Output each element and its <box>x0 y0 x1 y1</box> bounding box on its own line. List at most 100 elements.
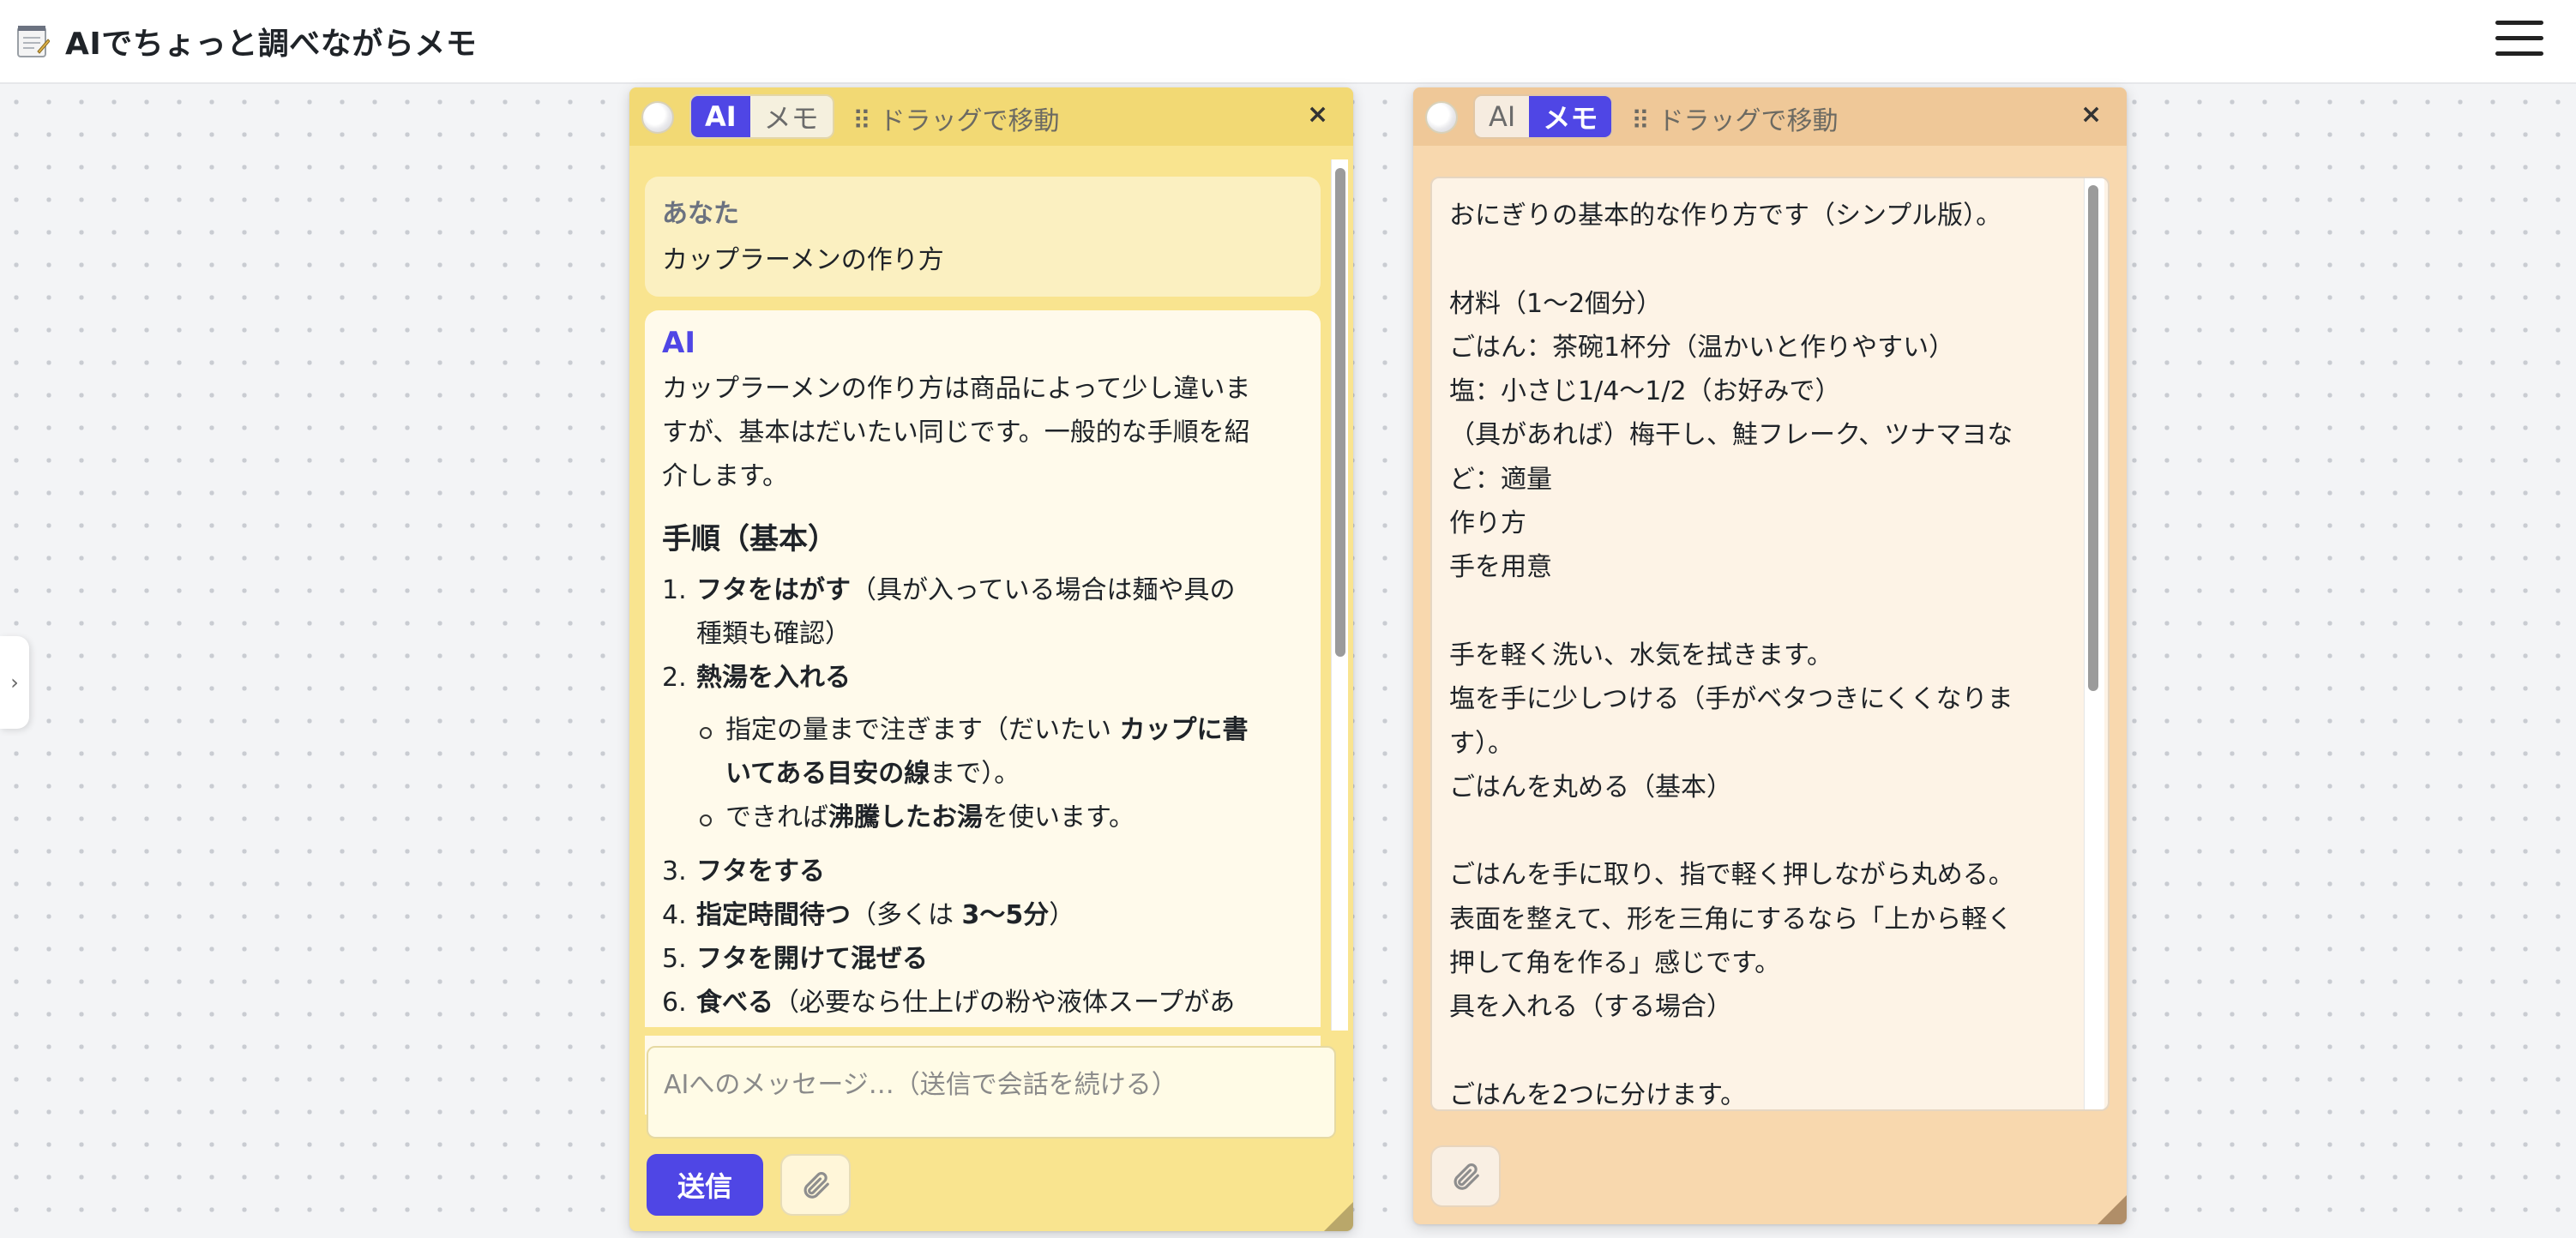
resize-handle[interactable] <box>1324 1202 1353 1231</box>
text: を使います。 <box>983 802 1135 832</box>
memo-line <box>1449 809 2067 853</box>
sender-label: あなた <box>662 199 739 229</box>
memo-line: 表面を整えて、形を三角にするなら「上から軽く <box>1449 904 2013 935</box>
ai-panel-titlebar[interactable]: AI メモ ⠿ ドラッグで移動 × <box>629 87 1353 146</box>
memo-line: ど：適量 <box>1449 464 1552 495</box>
memo-line: 作り方 <box>1449 508 1526 539</box>
chevron-right-icon: › <box>10 670 19 694</box>
memo-line: 塩を手に少しつける（手がベタつきにくくなりま <box>1449 684 2013 715</box>
sidebar-toggle-button[interactable]: › <box>0 636 29 729</box>
memo-line: （具があれば）梅干し、鮭フレーク、ツナマヨな <box>1449 420 2013 451</box>
message-text: カップラーメンの作り方 <box>662 245 944 275</box>
user-message: あなた カップラーメンの作り方 <box>645 177 1321 297</box>
paperclip-icon <box>1454 1163 1479 1190</box>
app-header: AIでちょっと調べながらメモ <box>0 0 2576 84</box>
list-number: 4. <box>662 900 687 930</box>
list-number: 6. <box>662 988 687 1018</box>
chat-history[interactable]: あなた カップラーメンの作り方 AI カップラーメンの作り方は商品によって少し違… <box>645 177 1321 1115</box>
text-line: すが、基本はだいたい同じです。一般的な手順を紹 <box>662 418 1250 448</box>
memo-line: 押して角を作る」感じです。 <box>1449 948 1781 979</box>
text-line: 介します。 <box>662 461 788 491</box>
bold-text: 沸騰したお湯 <box>828 802 983 832</box>
memo-line: ごはん：茶碗1杯分（温かいと作りやすい） <box>1449 332 1955 363</box>
bold-text: フタをはがす <box>696 575 851 605</box>
scrollbar-thumb[interactable] <box>2088 185 2098 691</box>
drag-handle[interactable]: ⠿ ドラッグで移動 <box>1631 99 1839 137</box>
tab-memo[interactable]: メモ <box>1529 96 1612 137</box>
close-button[interactable]: × <box>1307 99 1328 129</box>
memo-line: おにぎりの基本的な作り方です（シンプル版）。 <box>1449 201 2002 231</box>
bold-text: 3〜5分 <box>961 900 1050 930</box>
text: （必要なら仕上げの粉や液体スープがあ <box>773 988 1236 1018</box>
memo-panel-titlebar[interactable]: AI メモ ⠿ ドラッグで移動 × <box>1413 87 2127 146</box>
memo-line: 塩：小さじ1/4〜1/2（お好みで） <box>1449 376 1841 407</box>
hamburger-menu-button[interactable] <box>2494 17 2545 60</box>
list-item: 4. 指定時間待つ（多くは 3〜5分） <box>662 893 1303 937</box>
attach-button[interactable] <box>1430 1145 1501 1207</box>
list-item: 5. フタを開けて混ぜる <box>662 937 1303 981</box>
list-number: 3. <box>662 856 687 886</box>
memo-line: す）。 <box>1449 728 1514 759</box>
bold-text: いてある目安の線 <box>725 759 930 789</box>
list-item: 3. フタをする <box>662 850 1303 893</box>
memo-line: ごはんを2つに分けます。 <box>1449 1079 1747 1110</box>
text: 種類も確認） <box>696 619 851 649</box>
chat-clip-edge <box>629 1027 1333 1036</box>
text: ） <box>1049 900 1075 930</box>
paperclip-icon <box>803 1172 829 1199</box>
list-number: 1. <box>662 575 687 605</box>
memo-line: 材料（1〜2個分） <box>1449 288 1663 319</box>
memo-line <box>1449 237 2067 281</box>
memo-scrollbar[interactable] <box>2084 178 2104 1109</box>
text-line: カップラーメンの作り方は商品によって少し違いま <box>662 374 1251 404</box>
bold-text: フタを開けて混ぜる <box>696 944 928 974</box>
memo-line: ごはんを丸める（基本） <box>1449 772 1732 802</box>
memo-line: 手を軽く洗い、水気を拭きます。 <box>1449 640 1833 670</box>
color-picker-button[interactable] <box>641 101 674 134</box>
attach-button[interactable] <box>780 1154 851 1216</box>
chat-scrollbar[interactable] <box>1331 159 1348 1031</box>
bold-text: フタをする <box>696 856 825 886</box>
bold-text: カップに書 <box>1119 715 1249 745</box>
text: できれば <box>725 802 828 832</box>
memo-note-panel[interactable]: AI メモ ⠿ ドラッグで移動 × おにぎりの基本的な作り方です（シンプル版）。… <box>1413 87 2127 1224</box>
text: （具が入っている場合は麺や具の <box>851 575 1236 605</box>
list-item: 1. フタをはがす（具が入っている場合は麺や具の 種類も確認） <box>662 568 1303 656</box>
close-button[interactable]: × <box>2080 99 2102 129</box>
text: （多くは <box>851 900 962 930</box>
memo-line <box>1449 590 2067 634</box>
bold-text: 熱湯を入れる <box>696 663 851 693</box>
tab-memo[interactable]: メモ <box>749 96 833 137</box>
sender-label: AI <box>662 326 695 360</box>
menu-bar-icon <box>2495 21 2543 25</box>
ai-note-panel[interactable]: AI メモ ⠿ ドラッグで移動 × あなた カップラーメンの作り方 AI カップ… <box>629 87 1353 1231</box>
color-picker-button[interactable] <box>1425 101 1458 134</box>
send-button[interactable]: 送信 <box>647 1154 763 1216</box>
notepad-icon <box>17 26 50 57</box>
memo-line: ごはんを手に取り、指で軽く押しながら丸める。 <box>1449 860 2014 891</box>
text: 指定の量まで注ぎます（だいたい <box>725 715 1120 745</box>
resize-handle[interactable] <box>2098 1195 2127 1224</box>
memo-textarea[interactable]: おにぎりの基本的な作り方です（シンプル版）。 材料（1〜2個分） ごはん：茶碗1杯分… <box>1430 177 2110 1111</box>
list-number: 5. <box>662 944 687 974</box>
memo-line: 手を用意 <box>1449 552 1552 583</box>
bold-text: 食べる <box>696 988 773 1018</box>
mode-toggle[interactable]: AI メモ <box>689 94 834 139</box>
app-title: AIでちょっと調べながらメモ <box>65 27 478 62</box>
list-item: できれば沸騰したお湯を使います。 <box>700 796 1303 839</box>
memo-line <box>1449 1030 2067 1073</box>
message-text: カップラーメンの作り方は商品によって少し違いま すが、基本はだいたい同じです。一… <box>662 367 1303 498</box>
message-input[interactable]: AIへのメッセージ…（送信で会話を続ける） <box>647 1046 1336 1139</box>
message-heading: 手順（基本） <box>662 522 837 556</box>
tab-ai[interactable]: AI <box>1475 96 1530 137</box>
scrollbar-thumb[interactable] <box>1335 168 1345 657</box>
memo-text: おにぎりの基本的な作り方です（シンプル版）。 材料（1〜2個分） ごはん：茶碗1杯分… <box>1449 194 2067 1110</box>
mode-toggle[interactable]: AI メモ <box>1473 94 1614 139</box>
menu-bar-icon <box>2495 36 2543 40</box>
menu-bar-icon <box>2495 51 2543 56</box>
ai-message: AI カップラーメンの作り方は商品によって少し違いま すが、基本はだいたい同じで… <box>645 310 1321 1115</box>
bold-text: 指定時間待つ <box>696 900 851 930</box>
tab-ai[interactable]: AI <box>691 96 750 137</box>
text: まで）。 <box>930 759 1020 789</box>
drag-handle[interactable]: ⠿ ドラッグで移動 <box>852 99 1060 137</box>
